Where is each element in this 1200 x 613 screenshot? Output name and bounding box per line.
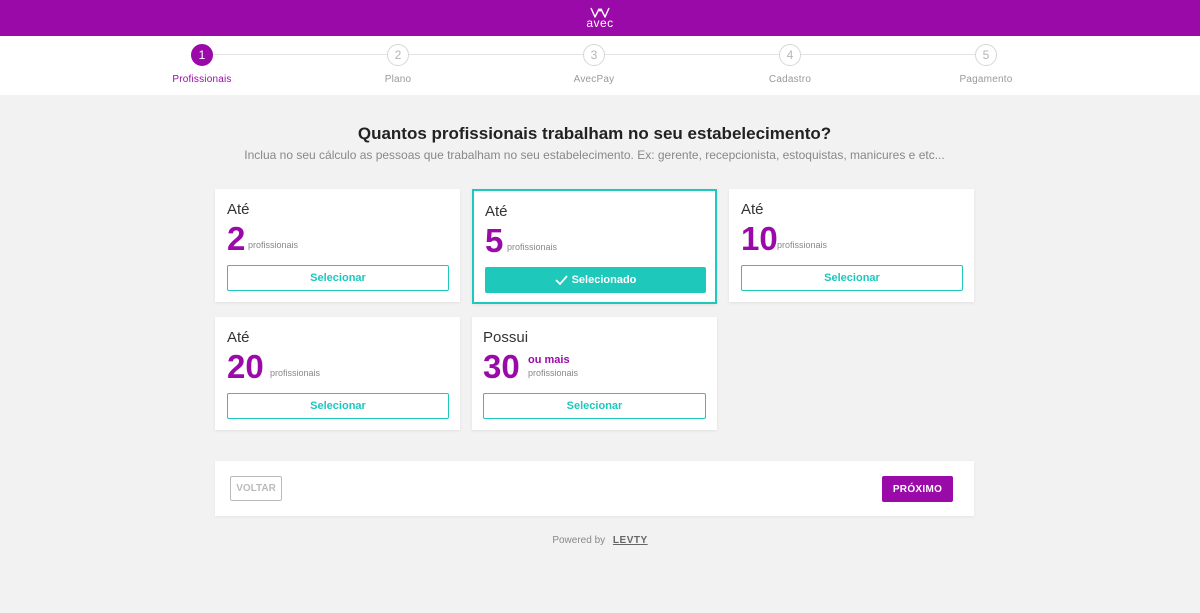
select-button[interactable]: Selecionar	[227, 265, 449, 291]
select-button[interactable]: Selecionar	[227, 393, 449, 419]
select-button[interactable]: Selecionar	[741, 265, 963, 291]
navigation-panel: VOLTAR PRÓXIMO	[215, 461, 974, 516]
option-prefix: Até	[227, 201, 250, 218]
option-value: 2	[227, 220, 246, 257]
step-pagamento: 5 Pagamento	[926, 44, 1046, 85]
option-prefix: Possui	[483, 329, 529, 346]
selected-button[interactable]: Selecionado	[485, 267, 706, 293]
step-number: 1	[191, 44, 213, 66]
option-unit: profissionais	[528, 368, 579, 378]
step-avecpay: 3 AvecPay	[534, 44, 654, 85]
option-unit: profissionais	[270, 368, 321, 378]
selected-button-label: Selecionado	[571, 274, 637, 286]
step-label: AvecPay	[573, 74, 615, 85]
option-prefix: Até	[227, 329, 250, 346]
option-extra: ou mais	[528, 354, 570, 366]
avec-logo[interactable]: avec	[586, 7, 613, 29]
levty-link[interactable]: LEVTY	[613, 535, 648, 546]
check-icon	[554, 275, 568, 285]
select-button[interactable]: Selecionar	[483, 393, 706, 419]
footer: Powered by LEVTY	[0, 535, 1200, 546]
back-button[interactable]: VOLTAR	[230, 476, 282, 501]
option-unit: profissionais	[777, 240, 828, 250]
option-prefix: Até	[741, 201, 764, 218]
step-number: 2	[387, 44, 409, 66]
next-button[interactable]: PRÓXIMO	[882, 476, 953, 502]
option-card-20[interactable]: Até 20 profissionais Selecionar	[215, 317, 460, 430]
powered-by-text: Powered by	[552, 535, 606, 546]
logo-text: avec	[586, 16, 614, 30]
option-card-2[interactable]: Até 2 profissionais Selecionar	[215, 189, 460, 302]
step-number: 4	[779, 44, 801, 66]
option-value: 10	[741, 220, 778, 257]
step-number: 3	[583, 44, 605, 66]
option-card-10[interactable]: Até 10 profissionais Selecionar	[729, 189, 974, 302]
option-value: 20	[227, 348, 264, 385]
step-label: Cadastro	[768, 74, 812, 85]
option-unit: profissionais	[507, 242, 558, 252]
option-value: 5	[485, 222, 504, 259]
step-label: Pagamento	[959, 74, 1013, 85]
step-label: Plano	[384, 74, 412, 85]
page-subtitle: Inclua no seu cálculo as pessoas que tra…	[244, 148, 945, 162]
option-unit: profissionais	[248, 240, 299, 250]
option-value: 30	[483, 348, 520, 385]
step-label: Profissionais	[172, 74, 232, 85]
step-plano: 2 Plano	[338, 44, 458, 85]
option-prefix: Até	[485, 203, 508, 220]
page-title: Quantos profissionais trabalham no seu e…	[357, 124, 832, 143]
option-card-30[interactable]: Possui 30 ou mais profissionais Selecion…	[472, 317, 717, 430]
progress-stepper: 1 Profissionais 2 Plano 3 AvecPay 4 Cada…	[0, 36, 1200, 95]
step-number: 5	[975, 44, 997, 66]
top-bar: avec	[0, 0, 1200, 36]
option-card-5[interactable]: Até 5 profissionais Selecionado	[472, 189, 717, 304]
step-cadastro: 4 Cadastro	[730, 44, 850, 85]
step-profissionais: 1 Profissionais	[142, 44, 262, 85]
